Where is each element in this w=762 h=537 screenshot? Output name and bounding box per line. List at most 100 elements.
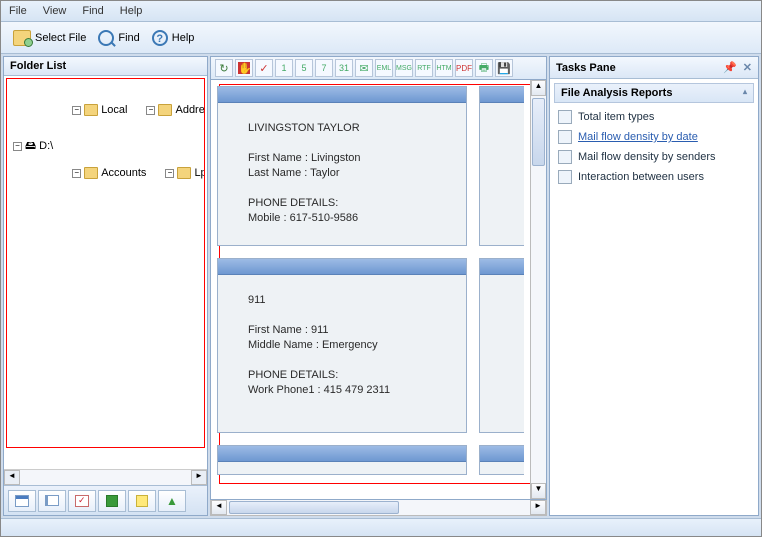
menu-find[interactable]: Find (82, 5, 103, 17)
close-icon[interactable]: ✕ (743, 61, 752, 74)
collapse-icon[interactable]: − (72, 169, 81, 178)
tree-accounts[interactable]: − Accounts (72, 164, 146, 182)
shortcut-contacts[interactable] (38, 490, 66, 512)
refresh-button[interactable]: ↻ (215, 59, 233, 77)
scroll-track[interactable] (531, 96, 546, 483)
export-msg-button[interactable]: MSG (395, 59, 413, 77)
export-pdf-button[interactable]: PDF (455, 59, 473, 77)
menu-help[interactable]: Help (120, 5, 143, 17)
scroll-thumb[interactable] (229, 501, 399, 514)
export-eml-button[interactable]: EML (375, 59, 393, 77)
collapse-icon[interactable]: − (72, 106, 81, 115)
shortcut-up[interactable]: ▲ (158, 490, 186, 512)
vertical-scrollbar[interactable]: ▲ ▼ (530, 80, 546, 499)
view-5-button[interactable]: 5 (295, 59, 313, 77)
export-html-button[interactable]: HTM (435, 59, 453, 77)
eml-icon: EML (377, 65, 391, 72)
select-file-button[interactable]: Select File (9, 28, 90, 48)
drive-icon: 🖴 (25, 137, 36, 155)
folder-tree[interactable]: −🖴D:\ −Local −Address Book Suggested Con… (6, 78, 205, 448)
scroll-track[interactable] (227, 500, 530, 515)
tasks-icon (75, 495, 89, 507)
card-header (218, 87, 466, 103)
report-icon (558, 170, 572, 184)
card-title: LIVINGSTON TAYLOR (248, 121, 458, 136)
select-file-label: Select File (35, 32, 86, 44)
scroll-thumb[interactable] (532, 98, 545, 166)
contact-card[interactable]: LIVINGSTON TAYLOR First Name : Livingsto… (217, 86, 467, 246)
cards-area[interactable]: LIVINGSTON TAYLOR First Name : Livingsto… (211, 80, 530, 499)
report-mail-flow-by-date[interactable]: Mail flow density by date (556, 127, 752, 147)
card-phone-header: PHONE DETAILS: (248, 196, 458, 211)
scroll-right-button[interactable]: ► (191, 470, 207, 485)
question-icon: ? (152, 30, 168, 46)
contact-card[interactable]: 911 First Name : 911 Middle Name : Emerg… (217, 258, 467, 433)
tree-local[interactable]: −Local (72, 101, 127, 119)
reports-section-header[interactable]: File Analysis Reports ▴ (554, 83, 754, 103)
scroll-right-button[interactable]: ► (530, 500, 546, 515)
export-rtf-button[interactable]: RTF (415, 59, 433, 77)
shortcut-journal[interactable] (98, 490, 126, 512)
card-line: Middle Name : Emergency (248, 338, 458, 353)
contact-card-partial[interactable] (479, 445, 524, 475)
stop-button[interactable]: ✋ (235, 59, 253, 77)
scroll-left-button[interactable]: ◄ (211, 500, 227, 515)
tree-root[interactable]: −🖴D:\ (13, 137, 53, 155)
shortcut-tasks[interactable] (68, 490, 96, 512)
tree-address-book[interactable]: −Address Book (146, 101, 205, 119)
report-icon (558, 110, 572, 124)
folder-list-pane: Folder List −🖴D:\ −Local −Address Book S… (3, 56, 208, 516)
menu-view[interactable]: View (43, 5, 67, 17)
folder-icon (84, 167, 98, 179)
collapse-icon[interactable]: − (13, 142, 22, 151)
report-label: Interaction between users (578, 171, 704, 183)
check-icon: ✓ (259, 62, 268, 75)
print-button[interactable]: 🖶 (475, 59, 493, 77)
card-body: LIVINGSTON TAYLOR First Name : Livingsto… (218, 103, 466, 234)
scroll-left-button[interactable]: ◄ (4, 470, 20, 485)
contact-card-partial[interactable] (479, 258, 524, 433)
journal-icon (106, 495, 118, 507)
html-icon: HTM (436, 65, 451, 72)
notes-icon (136, 495, 148, 507)
menu-file[interactable]: File (9, 5, 27, 17)
menu-bar: File View Find Help (1, 1, 761, 22)
check-button[interactable]: ✓ (255, 59, 273, 77)
horizontal-scrollbar[interactable]: ◄ ► (210, 500, 547, 516)
collapse-icon[interactable]: − (146, 106, 155, 115)
save-button[interactable]: 💾 (495, 59, 513, 77)
arrow-up-icon: ▲ (166, 494, 178, 508)
hand-icon: ✋ (238, 62, 250, 74)
report-label: Mail flow density by senders (578, 151, 716, 163)
view-1-button[interactable]: 1 (275, 59, 293, 77)
content-toolbar: ↻ ✋ ✓ 1 5 7 31 ✉ EML MSG RTF HTM PDF 🖶 💾 (210, 56, 547, 80)
collapse-icon[interactable]: − (165, 169, 174, 178)
report-mail-flow-by-senders[interactable]: Mail flow density by senders (556, 147, 752, 167)
tree-lpl[interactable]: −Lpl (165, 164, 205, 182)
contact-card-partial[interactable] (479, 86, 524, 246)
mail-button[interactable]: ✉ (355, 59, 373, 77)
pin-icon[interactable]: 📌 (723, 61, 737, 74)
tree-horizontal-scrollbar[interactable]: ◄ ► (4, 469, 207, 485)
scroll-up-button[interactable]: ▲ (531, 80, 546, 96)
root-label: D:\ (39, 137, 53, 155)
find-button[interactable]: Find (94, 28, 143, 48)
accounts-label: Accounts (101, 164, 146, 182)
shortcut-notes[interactable] (128, 490, 156, 512)
report-icon (558, 130, 572, 144)
chevron-up-icon: ▴ (743, 87, 747, 99)
contact-card-partial[interactable] (217, 445, 467, 475)
view-31-button[interactable]: 31 (335, 59, 353, 77)
tasks-pane-header: Tasks Pane 📌 ✕ (550, 57, 758, 79)
refresh-icon: ↻ (219, 62, 228, 75)
shortcut-mail[interactable] (8, 490, 36, 512)
report-interaction-between-users[interactable]: Interaction between users (556, 167, 752, 187)
scroll-down-button[interactable]: ▼ (531, 483, 546, 499)
scroll-track[interactable] (20, 470, 191, 485)
help-button[interactable]: ? Help (148, 28, 199, 48)
report-total-item-types[interactable]: Total item types (556, 107, 752, 127)
magnifier-icon (98, 30, 114, 46)
main-area: Folder List −🖴D:\ −Local −Address Book S… (1, 54, 761, 518)
pdf-icon: PDF (456, 64, 472, 73)
view-7-button[interactable]: 7 (315, 59, 333, 77)
